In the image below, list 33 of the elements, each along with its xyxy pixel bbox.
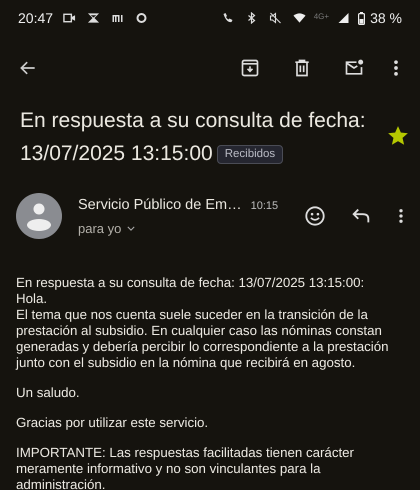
archive-icon[interactable] bbox=[240, 58, 260, 78]
body-text: El tema que nos cuenta suele suceder en la transición de la bbox=[16, 307, 369, 323]
recipient-toggle[interactable]: para yo bbox=[78, 220, 136, 236]
muted-speaker-icon bbox=[268, 12, 282, 24]
body-text: IMPORTANTE: Las respuestas facilitadas tienen carácter bbox=[16, 445, 355, 461]
caret-icon[interactable] bbox=[127, 226, 136, 230]
emoji-reaction-icon[interactable] bbox=[304, 205, 326, 227]
body-text: En respuesta a su consulta de fecha: 13/07/2025 13:15:00: bbox=[16, 275, 366, 291]
status-time: 20:47 bbox=[18, 10, 54, 26]
body-text: generadas y debería percibir lo correspondiente a la prestación bbox=[16, 339, 390, 355]
inbox-label[interactable]: Recibidos bbox=[216, 145, 284, 164]
battery-icon bbox=[358, 12, 366, 24]
battery-percentage: 38 % bbox=[370, 10, 402, 26]
circle-icon bbox=[135, 12, 148, 24]
email-subject: 13/07/2025 13:15:00 bbox=[20, 142, 213, 165]
body-text: meramente informativo y no son vinculantes para la bbox=[16, 461, 322, 477]
body-text: Un saludo. bbox=[16, 385, 81, 401]
body-text: prestación al subsidio. En cualquier caso las nóminas constan bbox=[16, 323, 383, 339]
body-text: Hola. bbox=[16, 291, 48, 307]
body-text: administración. bbox=[16, 477, 106, 490]
mi-logo-icon bbox=[111, 12, 124, 24]
wifi-icon bbox=[292, 12, 306, 24]
signal-icon bbox=[337, 12, 350, 24]
email-subject: En respuesta a su consulta de fecha: bbox=[20, 109, 366, 132]
sender-name: Servicio Público de Em… bbox=[78, 196, 242, 212]
message-time: 10:15 bbox=[250, 200, 278, 212]
body-text: junto con el subsidio en la nómina que recibirá en agosto. bbox=[16, 355, 356, 371]
star-icon[interactable] bbox=[388, 126, 408, 146]
phone-call-icon bbox=[220, 12, 234, 24]
network-type: 4G+ bbox=[314, 12, 330, 21]
body-text: Gracias por utilizar este servicio. bbox=[16, 415, 210, 431]
avatar-icon bbox=[16, 193, 62, 239]
video-icon bbox=[63, 12, 76, 24]
